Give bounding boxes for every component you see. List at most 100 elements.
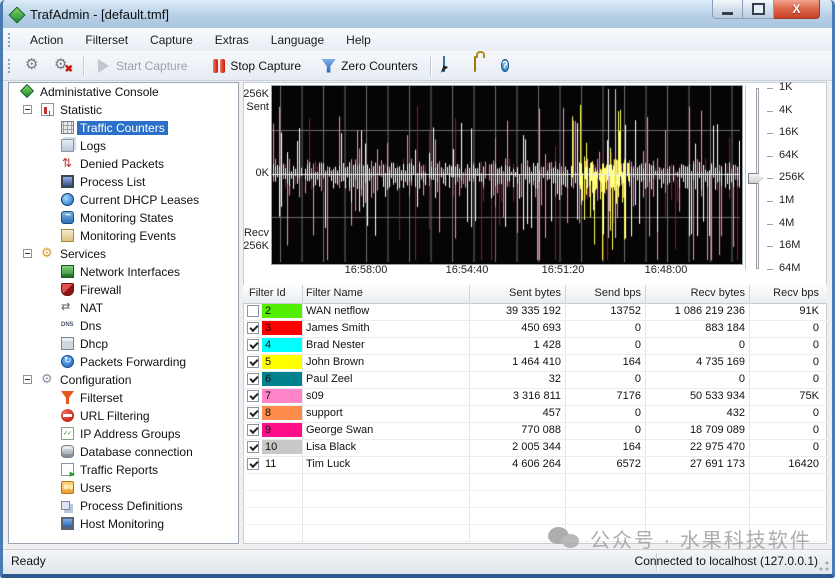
time-axis-label: 16:48:00 bbox=[634, 264, 698, 276]
tree-expander-icon[interactable] bbox=[23, 249, 32, 258]
tree-expander-icon[interactable] bbox=[23, 105, 32, 114]
tree-item-icon bbox=[61, 355, 74, 368]
scale-tick bbox=[767, 88, 773, 89]
tree-item-configuration[interactable]: Configuration bbox=[9, 371, 238, 389]
recv-bytes-cell: 0 bbox=[645, 339, 745, 351]
send-bps-cell: 7176 bbox=[565, 390, 641, 402]
menu-grip[interactable] bbox=[8, 33, 13, 47]
resize-grip[interactable] bbox=[818, 560, 830, 572]
row-checkbox[interactable] bbox=[247, 441, 259, 453]
tree-item-users[interactable]: Users bbox=[9, 479, 238, 497]
tree-item-icon bbox=[61, 481, 74, 494]
row-checkbox[interactable] bbox=[247, 424, 259, 436]
col-filter-name[interactable]: Filter Name bbox=[306, 287, 363, 299]
tree-item-firewall[interactable]: Firewall bbox=[9, 281, 238, 299]
tree-item-packets-forwarding[interactable]: Packets Forwarding bbox=[9, 353, 238, 371]
col-send-bps[interactable]: Send bps bbox=[565, 287, 641, 299]
tree-item-denied-packets[interactable]: Denied Packets bbox=[9, 155, 238, 173]
recv-bps-cell: 75K bbox=[749, 390, 819, 402]
table-row[interactable]: 2 WAN netflow 39 335 192 13752 1 086 219… bbox=[243, 303, 827, 321]
column-separator bbox=[645, 285, 646, 303]
tree-item-label: Network Interfaces bbox=[77, 265, 183, 279]
tree-item-ip-address-groups[interactable]: IP Address Groups bbox=[9, 425, 238, 443]
maximize-button[interactable] bbox=[743, 0, 774, 19]
table-row[interactable]: 5 John Brown 1 464 410 164 4 735 169 0 bbox=[243, 354, 827, 372]
tree-item-network-interfaces[interactable]: Network Interfaces bbox=[9, 263, 238, 281]
menu-item-capture[interactable]: Capture bbox=[139, 30, 204, 50]
tree-item-monitoring-events[interactable]: Monitoring Events bbox=[9, 227, 238, 245]
menu-item-filterset[interactable]: Filterset bbox=[74, 30, 139, 50]
tree-item-traffic-counters[interactable]: Traffic Counters bbox=[9, 119, 238, 137]
table-row[interactable]: 9 George Swan 770 088 0 18 709 089 0 bbox=[243, 422, 827, 440]
tree-item-statistic[interactable]: Statistic bbox=[9, 101, 238, 119]
tree-item-host-monitoring[interactable]: Host Monitoring bbox=[9, 515, 238, 533]
row-checkbox[interactable] bbox=[247, 407, 259, 419]
start-capture-label: Start Capture bbox=[116, 59, 187, 73]
settings-button[interactable] bbox=[19, 55, 48, 76]
send-bps-cell: 0 bbox=[565, 339, 641, 351]
table-row[interactable]: 10 Lisa Black 2 005 344 164 22 975 470 0 bbox=[243, 439, 827, 457]
recv-bytes-cell: 50 533 934 bbox=[645, 390, 745, 402]
tree-item-icon bbox=[61, 157, 74, 170]
row-checkbox[interactable] bbox=[247, 458, 259, 470]
column-separator bbox=[302, 285, 303, 303]
table-row[interactable]: 6 Paul Zeel 32 0 0 0 bbox=[243, 371, 827, 389]
minimize-button[interactable] bbox=[712, 0, 743, 19]
tree-item-database-connection[interactable]: Database connection bbox=[9, 443, 238, 461]
tree-item-icon bbox=[61, 121, 74, 134]
row-checkbox[interactable] bbox=[247, 373, 259, 385]
tree-item-filterset[interactable]: Filterset bbox=[9, 389, 238, 407]
lock-icon bbox=[474, 56, 476, 72]
stop-capture-button[interactable]: Stop Capture bbox=[207, 57, 307, 75]
menu-item-action[interactable]: Action bbox=[19, 30, 74, 50]
table-body: 2 WAN netflow 39 335 192 13752 1 086 219… bbox=[243, 303, 827, 544]
tree-item-monitoring-states[interactable]: Monitoring States bbox=[9, 209, 238, 227]
tree-item-icon bbox=[61, 427, 74, 440]
tree-item-dns[interactable]: Dns bbox=[9, 317, 238, 335]
zero-counters-button[interactable]: Zero Counters bbox=[315, 57, 424, 75]
menu-item-language[interactable]: Language bbox=[260, 30, 335, 50]
row-checkbox[interactable] bbox=[247, 322, 259, 334]
tree-expander-icon[interactable] bbox=[23, 375, 32, 384]
sent-bytes-cell: 2 005 344 bbox=[471, 441, 561, 453]
row-checkbox[interactable] bbox=[247, 339, 259, 351]
col-recv-bytes[interactable]: Recv bytes bbox=[645, 287, 745, 299]
table-row[interactable]: 8 support 457 0 432 0 bbox=[243, 405, 827, 423]
start-capture-button[interactable]: Start Capture bbox=[90, 57, 193, 75]
col-recv-bps[interactable]: Recv bps bbox=[749, 287, 819, 299]
row-checkbox[interactable] bbox=[247, 356, 259, 368]
recv-bps-cell: 0 bbox=[749, 407, 819, 419]
recv-bytes-cell: 4 735 169 bbox=[645, 356, 745, 368]
menu-item-help[interactable]: Help bbox=[335, 30, 382, 50]
row-checkbox[interactable] bbox=[247, 390, 259, 402]
disconnect-button[interactable]: ✖ bbox=[48, 55, 77, 76]
send-bps-cell: 164 bbox=[565, 441, 641, 453]
tree-item-traffic-reports[interactable]: Traffic Reports bbox=[9, 461, 238, 479]
col-filter-id[interactable]: Filter Id bbox=[249, 287, 286, 299]
table-row[interactable]: 7 s09 3 316 811 7176 50 533 934 75K bbox=[243, 388, 827, 406]
navigation-tree: Administative Console Statistic Traffic … bbox=[8, 82, 239, 544]
tree-item-nat[interactable]: NAT bbox=[9, 299, 238, 317]
col-sent-bytes[interactable]: Sent bytes bbox=[471, 287, 561, 299]
tree-item-process-list[interactable]: Process List bbox=[9, 173, 238, 191]
tree-item-dhcp[interactable]: Dhcp bbox=[9, 335, 238, 353]
tree-item-current-dhcp-leases[interactable]: Current DHCP Leases bbox=[9, 191, 238, 209]
row-checkbox[interactable] bbox=[247, 305, 259, 317]
tree-item-logs[interactable]: Logs bbox=[9, 137, 238, 155]
table-row[interactable]: 11 Tim Luck 4 606 264 6572 27 691 173 16… bbox=[243, 456, 827, 474]
select-counters-button[interactable] bbox=[437, 55, 466, 76]
gear-delete-icon: ✖ bbox=[54, 57, 71, 74]
menu-item-extras[interactable]: Extras bbox=[204, 30, 260, 50]
tree-item-services[interactable]: Services bbox=[9, 245, 238, 263]
tree-item-process-definitions[interactable]: Process Definitions bbox=[9, 497, 238, 515]
send-bps-cell: 0 bbox=[565, 322, 641, 334]
toolbar-grip[interactable] bbox=[8, 59, 13, 73]
table-row[interactable]: 3 James Smith 450 693 0 883 184 0 bbox=[243, 320, 827, 338]
close-button[interactable]: X bbox=[774, 0, 820, 19]
help-button[interactable]: ? bbox=[495, 55, 524, 76]
table-row[interactable]: 4 Brad Nester 1 428 0 0 0 bbox=[243, 337, 827, 355]
lock-button[interactable] bbox=[466, 55, 495, 76]
tree-item-label: Process List bbox=[77, 175, 148, 189]
tree-item-url-filtering[interactable]: URL Filtering bbox=[9, 407, 238, 425]
tree-item-administative-console[interactable]: Administative Console bbox=[9, 83, 238, 101]
